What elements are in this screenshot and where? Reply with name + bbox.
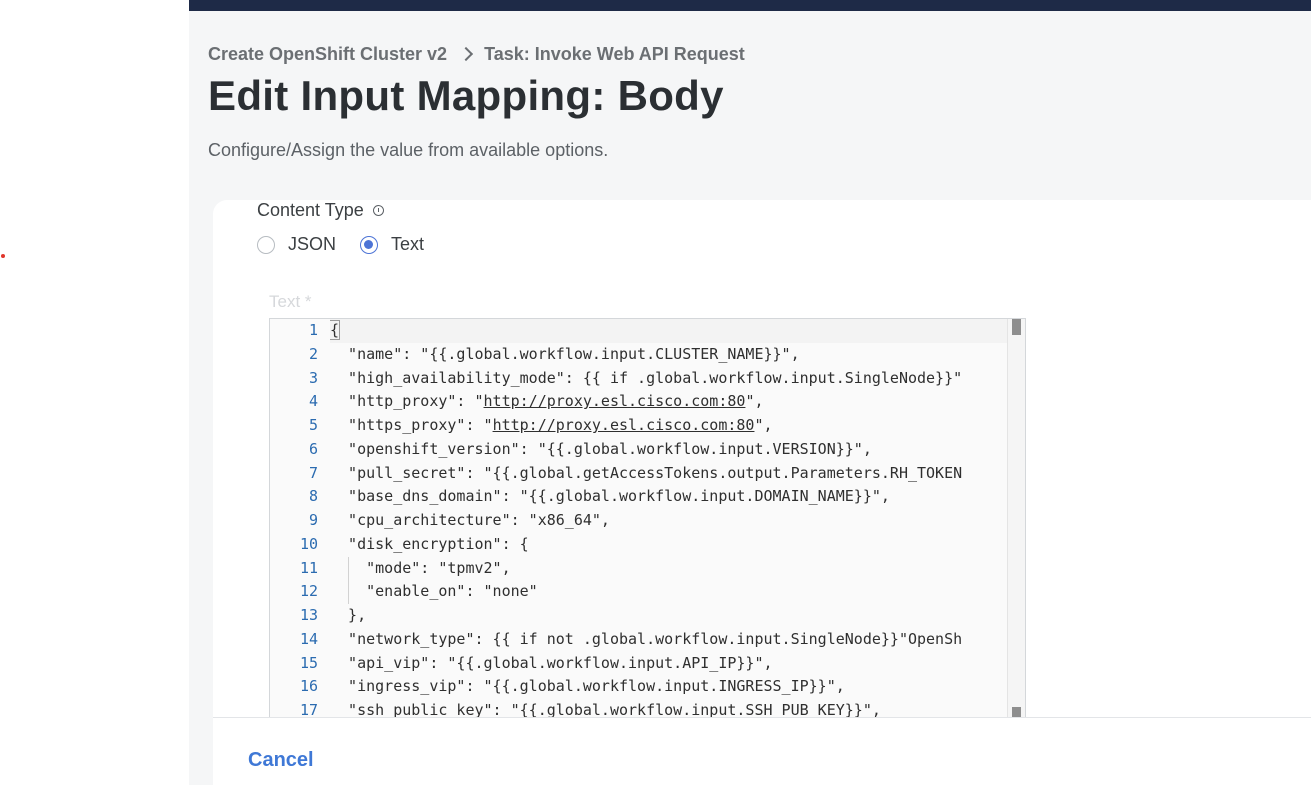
scrollbar-thumb-top[interactable]: [1012, 319, 1021, 335]
breadcrumb-item-task[interactable]: Task: Invoke Web API Request: [484, 44, 745, 65]
breadcrumb-item-workflow[interactable]: Create OpenShift Cluster v2: [208, 44, 447, 65]
code-line[interactable]: "mode": "tpmv2",: [330, 557, 1008, 581]
line-number: 11: [299, 558, 318, 577]
content-type-label-row: Content Type: [257, 200, 384, 221]
url-link: http://proxy.esl.cisco.com:80: [483, 392, 746, 411]
radio-text[interactable]: Text: [360, 234, 424, 255]
code-editor[interactable]: 1 2 3 4 5 6 7 8 9 10 11 12 13 14 15 16 17 { "name": "{{.…: [269, 318, 1026, 720]
line-number: 10: [299, 534, 318, 553]
code-line[interactable]: "disk_encryption": {: [330, 533, 1008, 557]
line-number: 15: [299, 653, 318, 672]
line-number: 13: [299, 606, 318, 624]
radio-json-circle[interactable]: [257, 235, 275, 254]
line-number-gutter: 1 2 3 4 5 6 7 8 9 10 11 12 13 14 15 16 17: [270, 319, 330, 719]
breadcrumb: Create OpenShift Cluster v2 Task: Invoke…: [208, 44, 745, 65]
code-area[interactable]: { "name": "{{.global.workflow.input.CLUS…: [330, 319, 1008, 719]
content-type-radio-group: JSON Text: [257, 234, 448, 255]
main-page: Create OpenShift Cluster v2 Task: Invoke…: [189, 0, 1311, 800]
code-line[interactable]: "ingress_vip": "{{.global.workflow.input…: [330, 675, 1008, 699]
code-line[interactable]: "ssh_public_key": "{{.global.workflow.in…: [330, 699, 1008, 719]
vertical-scrollbar[interactable]: [1007, 319, 1025, 719]
content-type-label: Content Type: [257, 200, 364, 220]
indent-guide: [348, 556, 349, 604]
line-number: 9: [308, 511, 318, 529]
cancel-button[interactable]: Cancel: [248, 749, 314, 772]
code-line[interactable]: "api_vip": "{{.global.workflow.input.API…: [330, 652, 1008, 676]
info-icon[interactable]: [372, 205, 384, 216]
footer-bar: Cancel: [213, 717, 1311, 786]
line-number: 16: [299, 677, 318, 696]
code-line[interactable]: },: [330, 604, 1008, 628]
code-line[interactable]: "cpu_architecture": "x86_64",: [330, 509, 1008, 533]
code-line[interactable]: "network_type": {{ if not .global.workfl…: [330, 628, 1008, 652]
top-bar: [189, 0, 1311, 11]
code-line[interactable]: "http_proxy": "http://proxy.esl.cisco.co…: [330, 390, 1008, 414]
code-line[interactable]: "openshift_version": "{{.global.workflow…: [330, 438, 1008, 462]
code-line[interactable]: "pull_secret": "{{.global.getAccessToken…: [330, 462, 1008, 486]
page-title: Edit Input Mapping: Body: [208, 72, 724, 119]
radio-json[interactable]: JSON: [257, 234, 336, 255]
matched-bracket: {: [330, 320, 341, 340]
line-number: 12: [299, 582, 318, 601]
radio-text-label: Text: [391, 234, 425, 254]
chevron-right-icon: [458, 46, 474, 61]
url-link: http://proxy.esl.cisco.com:80: [492, 416, 755, 434]
radio-text-circle[interactable]: [360, 235, 379, 254]
code-line[interactable]: "name": "{{.global.workflow.input.CLUSTE…: [330, 343, 1008, 367]
line-number: 6: [308, 439, 318, 458]
line-number: 2: [308, 344, 318, 363]
line-number: 5: [308, 416, 318, 434]
line-number: 3: [308, 368, 318, 387]
code-line[interactable]: {: [330, 319, 1008, 343]
line-number: 7: [308, 463, 318, 482]
line-number: 4: [308, 392, 318, 411]
code-line[interactable]: "https_proxy": "http://proxy.esl.cisco.c…: [330, 414, 1008, 438]
code-line[interactable]: "high_availability_mode": {{ if .global.…: [330, 367, 1008, 391]
code-line[interactable]: "base_dns_domain": "{{.global.workflow.i…: [330, 485, 1008, 509]
line-number: 1: [308, 321, 318, 339]
line-number: 14: [299, 629, 318, 648]
mapping-card: Content Type JSON Text Text * 1234567891…: [213, 200, 1311, 800]
radio-json-label: JSON: [288, 234, 337, 254]
page-subtitle: Configure/Assign the value from availabl…: [208, 140, 609, 160]
indicator-dot: [1, 254, 5, 258]
line-number: 8: [308, 487, 318, 506]
code-line[interactable]: "enable_on": "none": [330, 580, 1008, 604]
text-field-label: Text *: [269, 292, 312, 311]
left-blank-area: [0, 0, 189, 785]
